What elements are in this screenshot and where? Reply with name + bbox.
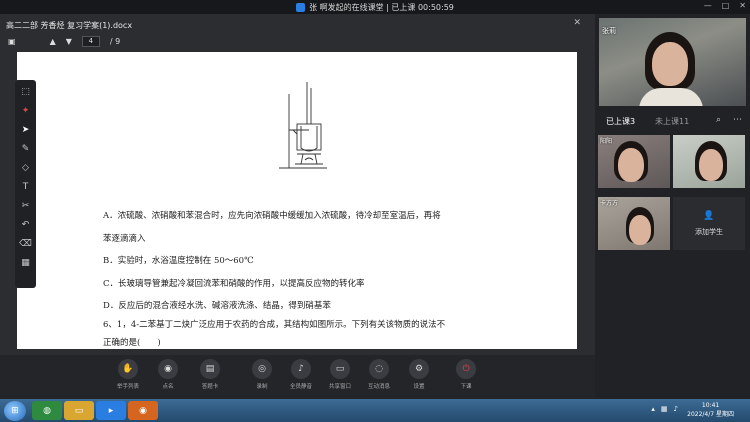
teacher-face (652, 42, 688, 86)
start-button[interactable]: ⊞ (4, 400, 26, 421)
browser-taskbar-icon[interactable]: ◍ (32, 401, 62, 420)
student-video-1[interactable]: 阳阳 (598, 135, 670, 188)
option-a-line2: 苯逐滴滴入 (103, 234, 146, 244)
teacher-name: 张莉 (602, 27, 616, 35)
record-button[interactable]: ◎ 录制 (242, 359, 282, 390)
close-window-button[interactable]: ✕ (739, 1, 746, 10)
share-window-button[interactable]: ▭ 共享窗口 (320, 359, 360, 390)
volume-icon[interactable]: ♪ (674, 405, 678, 413)
power-icon: ⏻ (456, 359, 476, 379)
app-taskbar-icon[interactable]: ◉ (128, 401, 158, 420)
toolbox-icon[interactable]: ▦ (19, 257, 33, 269)
document-page: A．浓硫酸、浓硝酸和苯混合时，应先向浓硝酸中缓缓加入浓硫酸，待冷却至室温后，再将… (17, 52, 577, 349)
cursor-icon[interactable]: ➤ (19, 124, 33, 136)
os-taskbar: ⊞ ◍ ▭ ▸ ◉ ▴ ▦ ♪ 10:41 2022/4/7 星期四 (0, 399, 750, 422)
student-name-3: 卡方方 (600, 200, 619, 207)
add-student-label: 添加学生 (695, 227, 723, 236)
page-number-input[interactable]: 4 (81, 36, 100, 47)
tab-in-class[interactable]: 已上课3 (606, 116, 635, 127)
classroom-title: 张 啊发起的在线课堂 | 已上课 00:50:59 (309, 2, 454, 12)
raise-hand-icon: ✋ (118, 359, 138, 379)
record-icon: ◎ (252, 359, 272, 379)
roll-call-button[interactable]: ◉ 点名 (148, 359, 188, 390)
clock-date: 2022/4/7 星期四 (687, 411, 734, 418)
select-area-icon[interactable]: ⬚ (19, 86, 33, 98)
maximize-button[interactable]: □ (722, 1, 730, 10)
clock-time: 10:41 (701, 402, 720, 409)
add-user-icon: 👤 (703, 210, 715, 221)
raise-hand-list-button[interactable]: ✋ 举手列表 (108, 359, 148, 390)
search-icon[interactable]: ⌕ (716, 115, 721, 125)
system-clock[interactable]: 10:41 2022/4/7 星期四 (687, 401, 734, 419)
option-b: B．实验时，水浴温度控制在 50～60℃ (103, 256, 254, 266)
tab-not-in-class[interactable]: 未上课11 (655, 116, 689, 127)
text-tool-icon[interactable]: T (19, 181, 33, 193)
laser-pointer-icon[interactable]: ✦ (19, 105, 33, 117)
option-a-line1: A．浓硫酸、浓硝酸和苯混合时，应先向浓硝酸中缓缓加入浓硫酸，待冷却至室温后，再将 (103, 211, 441, 221)
interactive-messages-button[interactable]: ◌ 互动消息 (359, 359, 399, 390)
microphone-icon: ♪ (291, 359, 311, 379)
student-video-3[interactable]: 卡方方 (598, 197, 670, 250)
document-title: 高二二部 芳香烃 复习学案(1).docx (6, 21, 133, 30)
location-icon: ◉ (158, 359, 178, 379)
close-document-button[interactable]: ✕ (573, 18, 581, 28)
participant-tabs: 已上课3 未上课11 ⌕ ⋯ (595, 112, 750, 130)
sidebar-toggle-icon[interactable]: ▣ (8, 37, 16, 46)
question-6-line1: 6、1，4-二苯基丁二炔广泛应用于农药的合成，其结构如图所示。下列有关该物质的说… (103, 320, 446, 330)
classroom-control-bar: ✋ 举手列表 ◉ 点名 ▤ 答题卡 ◎ 录制 ♪ 全员静音 ▭ 共享窗口 ◌ 互… (0, 355, 595, 399)
shapes-icon[interactable]: ◇ (19, 162, 33, 174)
add-student-button[interactable]: 👤 添加学生 (673, 197, 745, 250)
app-logo-icon (296, 2, 306, 12)
scissors-icon[interactable]: ✂ (19, 200, 33, 212)
answer-card-button[interactable]: ▤ 答题卡 (190, 359, 230, 390)
settings-button[interactable]: ⚙ 设置 (399, 359, 439, 390)
classroom-app-taskbar-icon[interactable]: ▸ (96, 401, 126, 420)
apparatus-diagram (279, 82, 327, 169)
main-area: 高二二部 芳香烃 复习学案(1).docx ✕ ▣ ▲ ▼ 4 / 9 A．浓硫… (0, 14, 595, 355)
window-titlebar: 张 啊发起的在线课堂 | 已上课 00:50:59 — □ ✕ (0, 0, 750, 14)
tray-arrow-icon[interactable]: ▴ (651, 405, 655, 413)
participant-panel: 张莉 已上课3 未上课11 ⌕ ⋯ 阳阳 卡方方 👤 添加学生 (595, 14, 750, 399)
card-icon: ▤ (200, 359, 220, 379)
option-c: C．长玻璃导管兼起冷凝回流苯和硝酸的作用，以提高反应物的转化率 (103, 279, 365, 289)
document-header: 高二二部 芳香烃 复习学案(1).docx ✕ ▣ ▲ ▼ 4 / 9 (0, 14, 595, 50)
page-total: / 9 (109, 37, 121, 46)
chat-icon: ◌ (369, 359, 389, 379)
pen-icon[interactable]: ✎ (19, 143, 33, 155)
minimize-button[interactable]: — (704, 1, 712, 10)
end-class-button[interactable]: ⏻ 下课 (446, 359, 486, 390)
student-video-2[interactable] (673, 135, 745, 188)
page-up-icon[interactable]: ▲ (50, 37, 56, 46)
screen-share-icon: ▭ (330, 359, 350, 379)
student-name-1: 阳阳 (600, 138, 613, 145)
option-d: D．反应后的混合液经水洗、碱溶液洗涤、结晶，得到硝基苯 (103, 301, 331, 311)
undo-icon[interactable]: ↶ (19, 219, 33, 231)
annotation-toolbar: ⬚ ✦ ➤ ✎ ◇ T ✂ ↶ ⌫ ▦ (15, 80, 36, 288)
question-6-line2: 正确的是( ) (103, 338, 161, 348)
mute-all-button[interactable]: ♪ 全员静音 (281, 359, 321, 390)
file-explorer-icon[interactable]: ▭ (64, 401, 94, 420)
gear-icon: ⚙ (409, 359, 429, 379)
eraser-icon[interactable]: ⌫ (19, 238, 33, 250)
page-down-icon[interactable]: ▼ (66, 37, 72, 46)
teacher-video[interactable]: 张莉 (599, 18, 746, 106)
more-icon[interactable]: ⋯ (733, 115, 742, 125)
network-icon[interactable]: ▦ (661, 405, 668, 413)
